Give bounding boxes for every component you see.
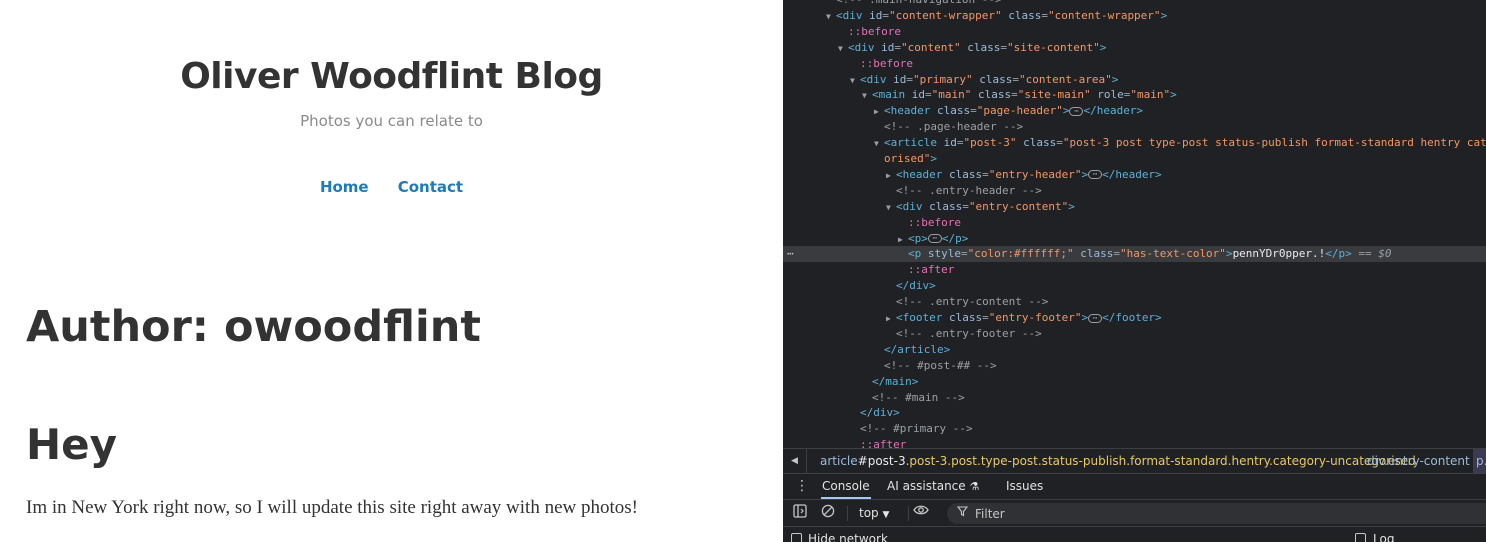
breadcrumb-article-classes: .post-3.post.type-post.status-publish.fo… — [905, 454, 1416, 468]
node-actions-icon[interactable]: ⋯ — [787, 246, 794, 262]
dom-node-line[interactable]: </article> — [783, 342, 1486, 358]
dom-node-line[interactable]: ▼ <div id="primary" class="content-area"> — [783, 72, 1486, 88]
nav-home-link[interactable]: Home — [320, 178, 369, 196]
dom-node-line[interactable]: ▼ <div id="content" class="site-content"> — [783, 40, 1486, 56]
tab-console[interactable]: Console — [821, 474, 871, 499]
dom-node-line[interactable]: ::after — [783, 262, 1486, 278]
devtools-panel: <!-- .main-navigation -->▼<div id="conte… — [783, 0, 1486, 542]
dom-node-line[interactable]: ::before — [783, 215, 1486, 231]
eye-icon[interactable] — [912, 504, 930, 522]
hide-network-checkbox[interactable] — [791, 533, 802, 542]
dom-node-line[interactable]: ▶ <header class="entry-header"> ⋯ </header> — [783, 167, 1486, 183]
log-xhr-label: Log XMLHttpRequests — [1373, 532, 1395, 542]
expand-down-icon[interactable]: ▼ — [838, 41, 848, 57]
tab-issues[interactable]: Issues — [1006, 474, 1043, 499]
clear-console-icon[interactable] — [819, 504, 837, 522]
dom-node-line[interactable]: ▶ <p> ⋯ </p> — [783, 231, 1486, 247]
dom-node-line[interactable]: ::before — [783, 24, 1486, 40]
console-filter-input[interactable] — [975, 506, 1475, 521]
blog-page: Oliver Woodflint Blog Photos you can rel… — [0, 0, 783, 542]
breadcrumb-p[interactable]: p.h — [1473, 449, 1486, 473]
breadcrumb-article-tag: article — [820, 454, 858, 468]
dom-node-line[interactable]: ▼ <main id="main" class="site-main" role=… — [783, 87, 1486, 103]
drawer-tab-bar: ⋮ Console AI assistance ⚗ Issues — [783, 474, 1486, 500]
flask-icon: ⚗ — [969, 480, 980, 493]
dom-node-line[interactable]: ▼ <div id="content-wrapper" class="conten… — [783, 8, 1486, 24]
context-selector[interactable]: top ▼ — [859, 506, 889, 520]
dom-node-line[interactable]: <!-- #post-## --> — [783, 358, 1486, 374]
context-selector-value: top — [859, 506, 879, 520]
dom-node-line[interactable]: ::after — [783, 437, 1486, 448]
dom-node-line[interactable]: ▼ <div class="entry-content"> — [783, 199, 1486, 215]
tab-ai-assistance-label: AI assistance — [887, 479, 966, 493]
console-toolbar: top ▼ — [783, 500, 1486, 527]
dom-node-line[interactable]: <!-- .entry-content --> — [783, 294, 1486, 310]
dom-node-line[interactable]: ::before — [783, 56, 1486, 72]
dom-node-line[interactable]: <!-- #main --> — [783, 390, 1486, 406]
dom-node-selected[interactable]: <p style="color:#ffffff;" class="has-tex… — [783, 246, 1486, 263]
site-title[interactable]: Oliver Woodflint Blog — [0, 56, 783, 97]
nav-contact-link[interactable]: Contact — [398, 178, 463, 196]
main-navigation: Home Contact — [0, 177, 783, 196]
expand-right-icon[interactable]: ▶ — [886, 311, 896, 327]
dom-node-line[interactable]: ▼ <article id="post-3" class="post-3 post… — [783, 135, 1486, 151]
page-title: Author: owoodflint — [26, 302, 481, 352]
breadcrumb-article-id: #post-3 — [857, 454, 906, 468]
sidebar-toggle-icon[interactable] — [791, 504, 809, 522]
site-tagline: Photos you can relate to — [300, 112, 483, 130]
filter-icon — [956, 506, 969, 520]
console-settings: Hide network Log XMLHttpRequests — [783, 528, 1486, 542]
dom-node-line[interactable]: orised"> — [783, 151, 1486, 167]
breadcrumb-article[interactable]: article#post-3.post-3.post.type-post.sta… — [820, 449, 1416, 473]
dom-node-line[interactable]: ▶ <footer class="entry-footer"> ⋯ </footer> — [783, 310, 1486, 326]
dom-node-line[interactable]: </div> — [783, 405, 1486, 421]
breadcrumb-div-entry-content[interactable]: div.entry-content — [1367, 449, 1470, 473]
dom-node-line[interactable]: <!-- #primary --> — [783, 421, 1486, 437]
dom-node-line[interactable]: <!-- .page-header --> — [783, 119, 1486, 135]
tab-ai-assistance[interactable]: AI assistance ⚗ — [887, 474, 979, 499]
dom-breadcrumb: ◀ article#post-3.post-3.post.type-post.s… — [783, 448, 1486, 474]
expand-down-icon[interactable]: ▼ — [874, 136, 884, 152]
dom-node-line[interactable]: <!-- .entry-footer --> — [783, 326, 1486, 342]
dom-node-line[interactable]: <!-- .main-navigation --> — [783, 0, 1486, 8]
dom-node-line[interactable]: ▶ <header class="page-header"> ⋯ </header> — [783, 103, 1486, 119]
elements-dom-tree[interactable]: <!-- .main-navigation -->▼<div id="conte… — [783, 0, 1486, 448]
post-title[interactable]: Hey — [26, 420, 117, 469]
expand-down-icon[interactable]: ▼ — [826, 9, 836, 25]
console-filter — [947, 503, 1486, 524]
expand-right-icon[interactable]: ▶ — [886, 168, 896, 184]
dom-node-line[interactable]: </main> — [783, 374, 1486, 390]
expand-right-icon[interactable]: ▶ — [898, 232, 908, 248]
expand-down-icon[interactable]: ▼ — [862, 88, 872, 104]
post-body: Im in New York right now, so I will upda… — [26, 497, 638, 518]
hide-network-label: Hide network — [808, 532, 888, 542]
expand-down-icon[interactable]: ▼ — [850, 73, 860, 89]
dom-node-line[interactable]: </div> — [783, 278, 1486, 294]
breadcrumb-scroll-left-icon[interactable]: ◀ — [783, 449, 807, 473]
log-xhr-checkbox[interactable] — [1355, 533, 1366, 542]
expand-down-icon[interactable]: ▼ — [886, 200, 896, 216]
dom-node-line[interactable]: <!-- .entry-header --> — [783, 183, 1486, 199]
chevron-down-icon: ▼ — [882, 510, 890, 520]
drawer-menu-icon[interactable]: ⋮ — [795, 478, 809, 494]
expand-right-icon[interactable]: ▶ — [874, 104, 884, 120]
